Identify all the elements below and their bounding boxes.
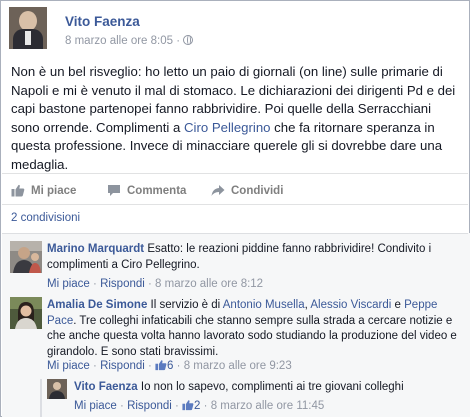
reply-thread-line: [40, 379, 42, 417]
comment-text: Il servizio è di: [147, 299, 223, 311]
comment-reply-link[interactable]: Rispondi: [100, 360, 145, 372]
globe-icon[interactable]: [183, 35, 194, 45]
reply-body: Vito Faenza Io non lo sapevo, compliment…: [74, 380, 454, 396]
reply-reply-link[interactable]: Rispondi: [127, 400, 172, 412]
reply-likes-count[interactable]: 2: [182, 400, 200, 412]
comment-text: . Tre colleghi infaticabili che stanno s…: [47, 314, 457, 358]
share-icon: [211, 185, 225, 196]
replier-avatar[interactable]: [47, 379, 67, 399]
post-timestamp[interactable]: 8 marzo alle ore 8:05: [65, 35, 173, 47]
like-label: Mi piace: [31, 184, 77, 197]
author-avatar[interactable]: [9, 7, 47, 49]
comment-meta: Mi piace · Rispondi · 8 marzo alle ore 8…: [47, 278, 264, 290]
comment-like-link[interactable]: Mi piace: [47, 360, 90, 372]
share-button[interactable]: Condividi: [211, 184, 283, 197]
commenter-avatar[interactable]: [10, 241, 42, 273]
like-icon: [11, 184, 25, 197]
facebook-post-card: Vito Faenza 8 marzo alle ore 8:05 · Non …: [0, 0, 470, 417]
author-name[interactable]: Vito Faenza: [65, 14, 140, 29]
mention-alessio-viscardi[interactable]: Alessio Viscardi: [310, 299, 391, 311]
comment-button[interactable]: Commenta: [107, 184, 186, 197]
post-meta: 8 marzo alle ore 8:05 ·: [65, 35, 194, 47]
comment-like-link[interactable]: Mi piace: [47, 278, 90, 290]
thumbs-up-icon: [155, 360, 167, 371]
divider: [2, 173, 468, 174]
mention-ciro-pellegrino[interactable]: Ciro Pellegrino: [184, 120, 271, 135]
reply-text: Io non lo sapevo, complimenti ai tre gio…: [137, 381, 404, 393]
comment-timestamp[interactable]: 8 marzo alle ore 8:12: [155, 278, 263, 290]
commenter-avatar[interactable]: [10, 297, 42, 329]
comment-text: e: [391, 299, 405, 311]
post-text: Non è un bel risveglio: ho letto un paio…: [11, 63, 463, 174]
replier-name[interactable]: Vito Faenza: [74, 381, 138, 393]
commenter-name[interactable]: Amalia De Simone: [47, 299, 147, 311]
reply-timestamp[interactable]: 8 marzo alle ore 11:45: [211, 400, 325, 412]
divider: [2, 204, 468, 205]
share-label: Condividi: [231, 184, 284, 197]
comment-body: Marino Marquardt Esatto: le reazioni pid…: [47, 242, 457, 273]
commenter-name[interactable]: Marino Marquardt: [47, 243, 144, 255]
reply-meta: Mi piace · Rispondi · 2 · 8 marzo alle o…: [74, 400, 325, 412]
shares-count[interactable]: 2 condivisioni: [11, 212, 80, 224]
mention-antonio-musella[interactable]: Antonio Musella: [223, 299, 305, 311]
like-button[interactable]: Mi piace: [11, 184, 76, 197]
comment-likes-count[interactable]: 6: [155, 360, 173, 372]
comment-body: Amalia De Simone Il servizio è di Antoni…: [47, 298, 457, 360]
comment-meta: Mi piace · Rispondi · 6 · 8 marzo alle o…: [47, 360, 292, 372]
reply-like-link[interactable]: Mi piace: [74, 400, 117, 412]
meta-separator: ·: [176, 35, 181, 47]
comment-icon: [108, 185, 120, 196]
thumbs-up-icon: [182, 400, 194, 411]
divider: [2, 233, 468, 234]
comment-label: Commenta: [127, 184, 187, 197]
comment-reply-link[interactable]: Rispondi: [100, 278, 145, 290]
comment-timestamp[interactable]: 8 marzo alle ore 9:23: [184, 360, 292, 372]
